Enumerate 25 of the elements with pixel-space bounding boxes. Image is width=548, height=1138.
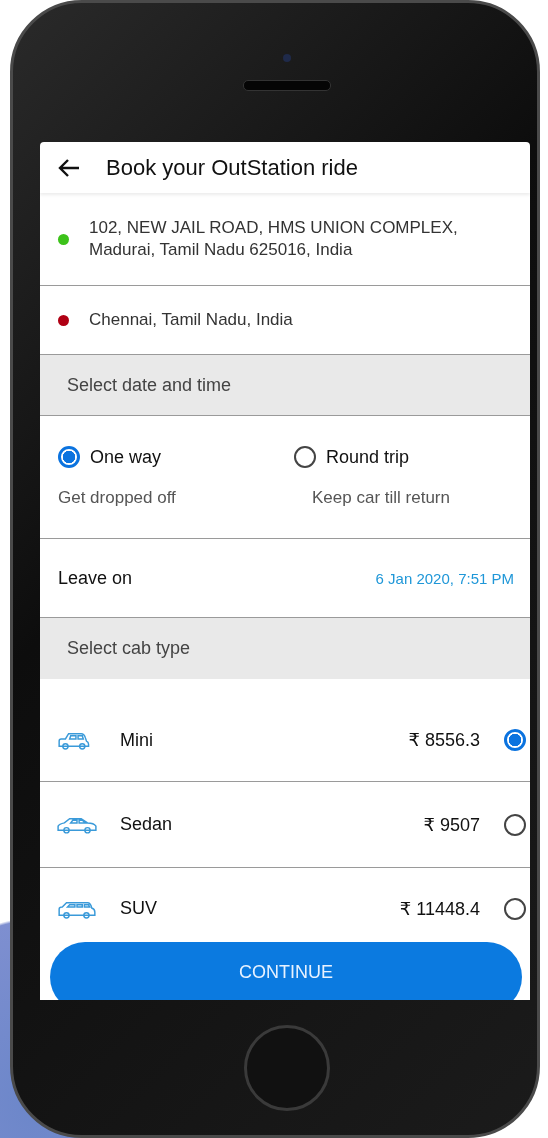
camera-icon (282, 54, 291, 62)
section-header: Select date and time (40, 355, 530, 416)
cab-name: Mini (120, 729, 154, 751)
section-header: Select cab type (40, 618, 530, 679)
page-title: Book your OutStation ride (106, 154, 358, 181)
address-text[interactable]: Chennai, Tamil Nadu, India (89, 309, 293, 331)
cab-price: ₹ 11448.4 (399, 897, 480, 920)
cab-name: SUV (120, 898, 158, 919)
trip-option-subtitle: Get dropped off (58, 488, 177, 508)
radio-button[interactable] (58, 446, 80, 468)
cab-name: Sedan (120, 814, 174, 835)
speaker-icon (242, 80, 331, 91)
radio-button[interactable] (504, 729, 526, 751)
radio-button[interactable] (504, 813, 526, 836)
trip-option-subtitle: Keep car till return (311, 488, 451, 508)
address-text[interactable]: 102, NEW JAIL ROAD, HMS UNION COMPLEX, Madurai, Tamil Nadu 625016, India (89, 217, 516, 261)
leave-on-label: Leave on (58, 567, 133, 589)
continue-button[interactable]: CONTINUE (50, 942, 522, 1000)
cab-price: ₹ 8556.3 (408, 729, 480, 751)
cab-price: ₹ 9507 (423, 813, 480, 836)
trip-option-label[interactable]: Round trip (326, 446, 410, 468)
back-arrow-icon[interactable] (58, 157, 80, 178)
radio-button[interactable] (294, 446, 316, 468)
trip-option-label[interactable]: One way (90, 446, 162, 468)
radio-button[interactable] (504, 897, 526, 920)
